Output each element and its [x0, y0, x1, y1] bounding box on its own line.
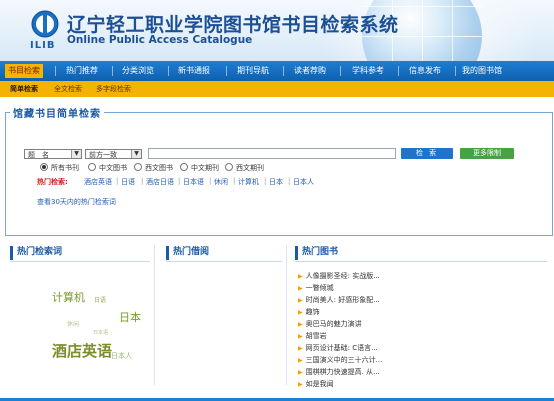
triangle-bullet-icon: ▶ — [298, 273, 303, 280]
main-nav: 书目检索 热门推荐 分类浏览 新书通报 期刊导航 读者荐购 学科参考 信息发布 … — [0, 61, 554, 81]
search-input[interactable] — [148, 148, 396, 159]
more-limits-button[interactable]: 更多限制 — [460, 148, 514, 159]
nav-item-journal-nav[interactable]: 期刊导航 — [237, 61, 269, 81]
triangle-bullet-icon: ▶ — [298, 285, 303, 292]
subnav-simple-search[interactable]: 简单检索 — [10, 81, 38, 97]
nav-item-hot-recommend[interactable]: 热门推荐 — [66, 61, 98, 81]
search-panel — [5, 112, 553, 236]
radio-western-books[interactable]: 西文图书 — [134, 163, 173, 173]
hot-term-link[interactable]: 酒店日语 — [146, 177, 174, 187]
hot-term-link[interactable]: 日本人 — [293, 177, 314, 187]
book-list-item[interactable]: ▶ 一瞥倾城 — [298, 283, 334, 293]
cloud-word[interactable]: 计算机 — [52, 289, 85, 305]
triangle-bullet-icon: ▶ — [298, 369, 303, 376]
cloud-word[interactable]: 日本语 — [93, 329, 108, 336]
triangle-bullet-icon: ▶ — [298, 321, 303, 328]
hot-term-link[interactable]: 酒店英语 — [84, 177, 112, 187]
triangle-bullet-icon: ▶ — [298, 345, 303, 352]
cloud-word[interactable]: 日本人 — [111, 351, 132, 361]
hot-borrow-column — [160, 245, 287, 385]
cloud-word[interactable]: 酒店英语 — [52, 340, 112, 361]
book-list-item[interactable]: ▶ 围棋棋力快速提高. 从... — [298, 367, 380, 377]
field-select[interactable]: 题 名 ▼ — [24, 149, 82, 159]
page-subtitle: Online Public Access Catalogue — [67, 34, 253, 46]
cloud-word[interactable]: 日语 — [94, 295, 106, 304]
radio-dot-icon — [225, 163, 233, 171]
chevron-down-icon: ▼ — [71, 150, 81, 158]
subnav-multifield-search[interactable]: 多字段检索 — [96, 81, 131, 97]
sub-nav: 简单检索 全文检索 多字段检索 — [0, 81, 554, 97]
triangle-bullet-icon: ▶ — [298, 333, 303, 340]
subnav-fulltext-search[interactable]: 全文检索 — [54, 81, 82, 97]
nav-item-new-books[interactable]: 新书通报 — [178, 61, 210, 81]
search-button[interactable]: 检 索 — [401, 148, 453, 159]
radio-western-journals[interactable]: 西文期刊 — [225, 163, 264, 173]
radio-chinese-journals[interactable]: 中文期刊 — [180, 163, 219, 173]
nav-item-reader-recommend[interactable]: 读者荐购 — [294, 61, 326, 81]
page-title: 辽宁轻工职业学院图书馆书目检索系统 — [67, 14, 399, 36]
radio-dot-icon — [88, 163, 96, 171]
nav-item-category-browse[interactable]: 分类浏览 — [122, 61, 154, 81]
hot-books-title: 热门图书 — [295, 246, 338, 260]
hot-words-title: 热门检索词 — [10, 246, 62, 260]
triangle-bullet-icon: ▶ — [298, 381, 303, 388]
chevron-down-icon: ▼ — [131, 150, 141, 158]
nav-item-catalog-search[interactable]: 书目检索 — [5, 64, 43, 78]
library-logo-icon — [31, 10, 59, 38]
header-banner: ILIB 辽宁轻工职业学院图书馆书目检索系统 Online Public Acc… — [0, 0, 554, 61]
hot-term-link[interactable]: 日本 — [269, 177, 283, 187]
hot-term-link[interactable]: 日本语 — [183, 177, 204, 187]
radio-all-books[interactable]: 所有书刊 — [40, 163, 79, 173]
nav-item-my-library[interactable]: 我的图书馆 — [462, 61, 502, 81]
triangle-bullet-icon: ▶ — [298, 309, 303, 316]
hot-term-link[interactable]: 休闲 — [214, 177, 228, 187]
hot-borrow-title: 热门借阅 — [166, 246, 209, 260]
book-list-item[interactable]: ▶ 如是我闻 — [298, 379, 334, 389]
hot-term-link[interactable]: 计算机 — [238, 177, 259, 187]
radio-dot-icon — [180, 163, 188, 171]
search-panel-title: 馆藏书目简单检索 — [10, 105, 104, 120]
nav-item-info-release[interactable]: 信息发布 — [409, 61, 441, 81]
book-list-item[interactable]: ▶ 人像摄影圣经: 实战版... — [298, 271, 380, 281]
hot-30-days-link[interactable]: 查看30天内的热门检索词 — [37, 197, 116, 207]
book-list-item[interactable]: ▶ 趣饰 — [298, 307, 320, 317]
nav-item-subject-reference[interactable]: 学科参考 — [352, 61, 384, 81]
radio-dot-icon — [40, 163, 48, 171]
book-list-item[interactable]: ▶ 胡雪岩 — [298, 331, 327, 341]
cloud-word[interactable]: 日本 — [119, 309, 141, 325]
triangle-bullet-icon: ▶ — [298, 297, 303, 304]
book-list-item[interactable]: ▶ 奥巴马的魅力演讲 — [298, 319, 362, 329]
book-list-item[interactable]: ▶ 时尚美人: 好感形象配... — [298, 295, 380, 305]
match-select-value: 前方一致 — [89, 151, 117, 159]
book-list-item[interactable]: ▶ 网页设计基础: C语言... — [298, 343, 378, 353]
triangle-bullet-icon: ▶ — [298, 357, 303, 364]
hot-term-link[interactable]: 日语 — [121, 177, 135, 187]
match-select[interactable]: 前方一致 ▼ — [85, 149, 142, 159]
radio-chinese-books[interactable]: 中文图书 — [88, 163, 127, 173]
book-list-item[interactable]: ▶ 三国演义中的三十六计... — [298, 355, 382, 365]
hot-search-label: 热门检索: — [37, 178, 68, 186]
cloud-word[interactable]: 休闲 — [67, 319, 79, 328]
field-select-value: 题 名 — [28, 151, 49, 159]
logo-caption: ILIB — [30, 40, 56, 51]
radio-dot-icon — [134, 163, 142, 171]
